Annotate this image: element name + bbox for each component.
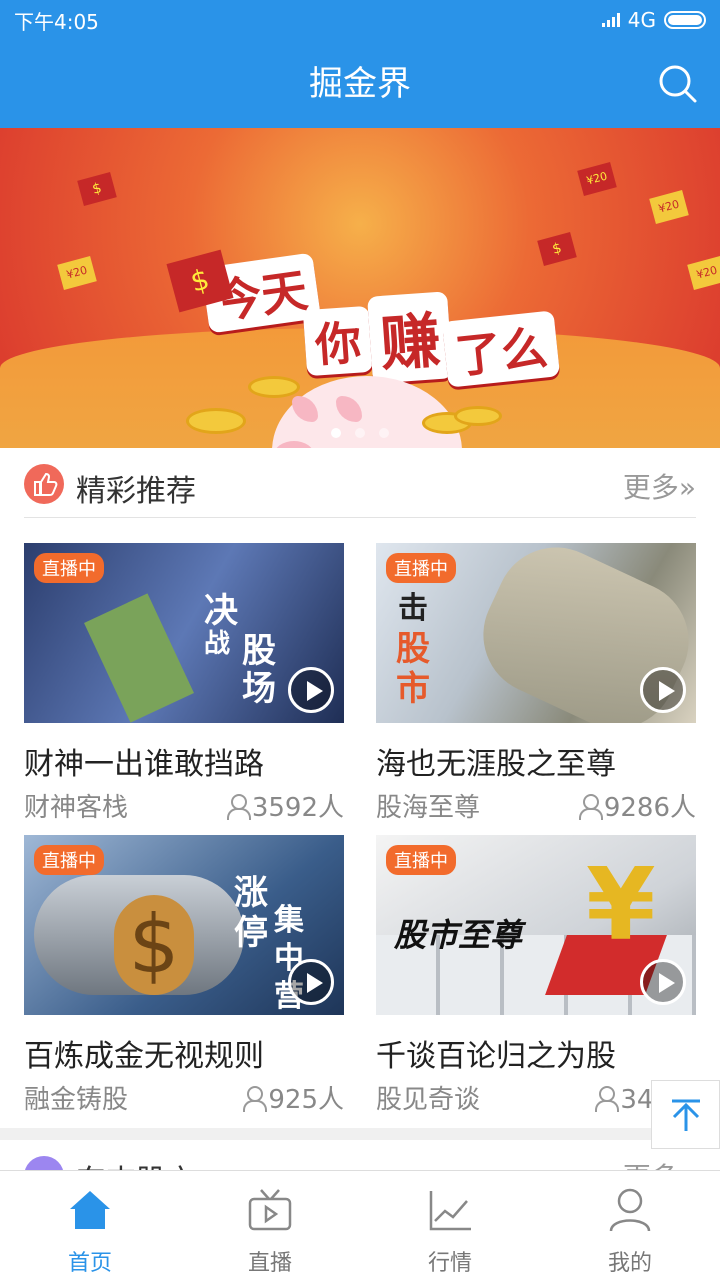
red-envelope-icon: $ <box>537 232 577 266</box>
slogan-part: 赚 <box>367 291 453 384</box>
viewer-count: 9286人 <box>603 793 696 823</box>
recommend-title: 精彩推荐 <box>76 474 196 509</box>
live-title: 百炼成金无视规则 <box>24 1039 264 1074</box>
coin-icon <box>454 406 502 426</box>
live-author: 融金铸股 <box>24 1085 129 1115</box>
person-icon <box>226 793 251 820</box>
thumb-text: 场 <box>242 669 276 709</box>
pig-ear <box>292 396 318 422</box>
tab-home[interactable]: 首页 <box>0 1171 180 1280</box>
thumb-text: 战 <box>204 629 231 659</box>
tv-icon <box>248 1189 292 1231</box>
battery-icon <box>664 11 706 29</box>
signal-icon <box>601 13 620 27</box>
tab-live[interactable]: 直播 <box>180 1171 360 1280</box>
money-note-icon: ¥20 <box>577 162 617 196</box>
status-bar: 下午4:05 4G <box>0 0 720 40</box>
live-card[interactable]: $ 涨 停 集 中 营 直播中 百炼成金无视规则 融金铸股 925人 <box>24 835 344 1116</box>
thumb-text: 市 <box>396 669 430 709</box>
pagination-dot[interactable] <box>331 428 341 438</box>
search-icon[interactable] <box>658 64 698 104</box>
dollar-sign-image: $ <box>114 895 194 995</box>
tab-label: 直播 <box>247 1251 292 1276</box>
recommend-section: 精彩推荐 更多» 决 股 战 场 直播中 财神一出谁敢挡路 财神客栈 3592人… <box>0 448 720 1128</box>
play-icon[interactable] <box>288 959 334 1005</box>
live-thumbnail[interactable]: 决 股 战 场 直播中 <box>24 543 344 723</box>
tab-label: 行情 <box>427 1251 472 1276</box>
live-author: 财神客栈 <box>24 793 129 823</box>
bottom-tab-bar: 首页 直播 行情 我的 <box>0 1170 720 1280</box>
tab-label: 首页 <box>67 1251 112 1276</box>
viewer-count: 3592人 <box>251 793 344 823</box>
live-badge: 直播中 <box>34 845 104 875</box>
app-header: 掘金界 <box>0 40 720 128</box>
live-title: 千谈百论归之为股 <box>376 1039 616 1074</box>
live-card[interactable]: 决 股 战 场 直播中 财神一出谁敢挡路 财神客栈 3592人 <box>24 543 344 824</box>
user-icon <box>609 1188 651 1232</box>
play-icon[interactable] <box>288 667 334 713</box>
recommend-more-link[interactable]: 更多» <box>623 466 696 506</box>
live-badge: 直播中 <box>34 553 104 583</box>
tab-profile[interactable]: 我的 <box>540 1171 720 1280</box>
cash-image <box>84 593 194 723</box>
person-icon <box>594 1085 620 1112</box>
thumbs-up-icon <box>24 464 64 504</box>
tab-market[interactable]: 行情 <box>360 1171 540 1280</box>
person-icon <box>578 793 603 820</box>
tab-label: 我的 <box>607 1251 652 1276</box>
live-badge: 直播中 <box>386 553 456 583</box>
coin-icon <box>248 376 300 398</box>
slogan-part: 你 <box>302 305 374 377</box>
network-type: 4G <box>627 8 656 32</box>
arrow-up-icon <box>671 1099 700 1131</box>
back-to-top-button[interactable] <box>651 1080 720 1149</box>
pig-snout <box>274 441 314 448</box>
pagination-dot[interactable] <box>379 428 389 438</box>
recommend-header: 精彩推荐 更多» <box>24 462 696 518</box>
live-card[interactable]: ¥ 股市至尊 直播中 千谈百论归之为股 股见奇谈 349人 <box>376 835 696 1116</box>
red-envelope-icon: $ <box>77 172 117 206</box>
promo-banner[interactable]: 今天 你 赚 了么 $ $ $ ¥20 ¥20 ¥20 ¥20 <box>0 128 720 448</box>
live-author: 股见奇谈 <box>376 1085 481 1115</box>
pig-ear <box>336 396 362 422</box>
live-thumbnail[interactable]: ¥ 股市至尊 直播中 <box>376 835 696 1015</box>
live-thumbnail[interactable]: $ 涨 停 集 中 营 直播中 <box>24 835 344 1015</box>
pagination-dot[interactable] <box>355 428 365 438</box>
live-thumbnail[interactable]: 击 股 市 直播中 <box>376 543 696 723</box>
live-card[interactable]: 击 股 市 直播中 海也无涯股之至尊 股海至尊 9286人 <box>376 543 696 824</box>
play-icon[interactable] <box>640 959 686 1005</box>
live-title: 海也无涯股之至尊 <box>376 747 616 782</box>
yuan-sign-image: ¥ <box>586 846 656 963</box>
money-note-icon: ¥20 <box>687 256 720 290</box>
viewer-count: 925人 <box>268 1085 344 1115</box>
money-note-icon: ¥20 <box>57 256 97 290</box>
live-badge: 直播中 <box>386 845 456 875</box>
thumb-text: 停 <box>234 913 268 953</box>
play-icon[interactable] <box>640 667 686 713</box>
live-author: 股海至尊 <box>376 793 481 823</box>
chart-icon <box>429 1191 471 1231</box>
app-title: 掘金界 <box>309 64 411 104</box>
banner-pagination[interactable] <box>0 428 720 438</box>
slogan-part: 了么 <box>441 310 561 388</box>
live-title: 财神一出谁敢挡路 <box>24 747 264 782</box>
thumb-text: 股市至尊 <box>394 916 523 954</box>
status-time: 下午4:05 <box>14 9 99 34</box>
home-icon <box>70 1191 110 1229</box>
person-icon <box>242 1085 268 1112</box>
money-note-icon: ¥20 <box>649 190 689 224</box>
